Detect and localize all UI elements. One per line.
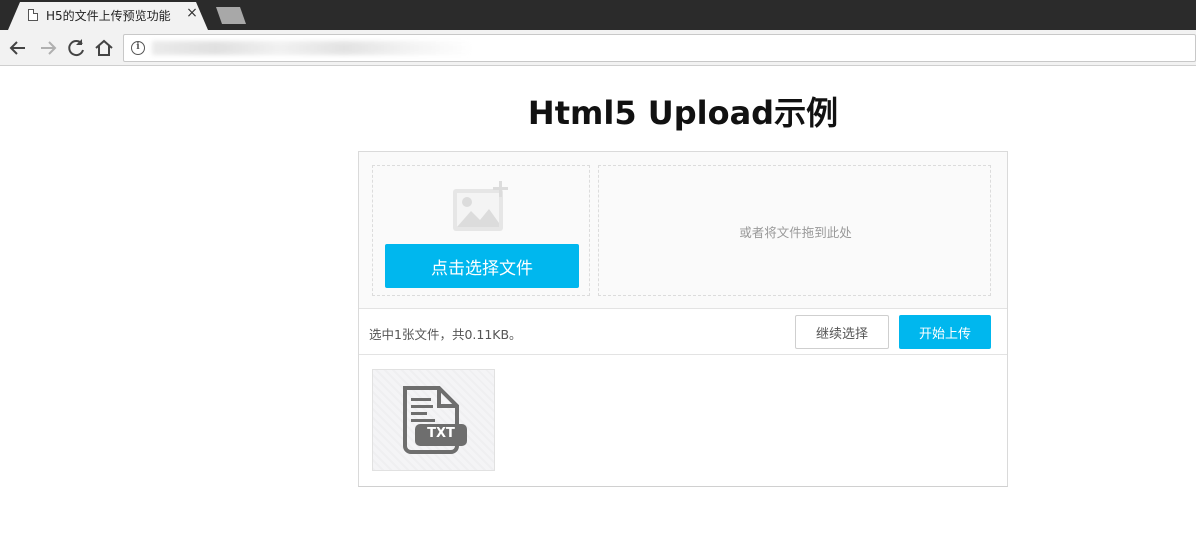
browser-tab-strip: H5的文件上传预览功能 × xyxy=(0,0,1196,30)
selection-status-text: 选中1张文件，共0.11KB。 xyxy=(369,327,522,342)
tab-title: H5的文件上传预览功能 xyxy=(46,9,171,23)
new-tab-button[interactable] xyxy=(216,7,246,24)
drop-hint-text: 或者将文件拖到此处 xyxy=(739,225,852,240)
back-arrow-icon[interactable] xyxy=(6,36,30,60)
file-type-label: TXT xyxy=(427,426,455,441)
address-bar[interactable]: i xyxy=(123,34,1196,62)
home-icon[interactable] xyxy=(92,36,116,60)
txt-file-icon xyxy=(403,386,467,454)
browser-toolbar: i xyxy=(0,30,1196,66)
forward-arrow-icon[interactable] xyxy=(36,36,60,60)
page-title-container: Html5 Upload示例 xyxy=(359,88,1007,134)
page-icon xyxy=(28,9,38,21)
url-text-blurred xyxy=(152,41,472,55)
upload-drop-area: 点击选择文件 或者将文件拖到此处 xyxy=(359,152,1007,309)
upload-status-bar: 选中1张文件，共0.11KB。 继续选择 开始上传 xyxy=(359,309,1007,355)
file-picker-box: 点击选择文件 xyxy=(372,165,590,296)
tab-close-icon[interactable]: × xyxy=(185,5,199,21)
reload-icon[interactable] xyxy=(64,36,88,60)
add-image-icon xyxy=(453,181,508,231)
page-title: Html5 Upload示例 xyxy=(527,94,839,132)
select-file-button[interactable]: 点击选择文件 xyxy=(385,244,579,288)
drag-drop-zone[interactable]: 或者将文件拖到此处 xyxy=(598,165,991,296)
file-thumbnail[interactable]: TXT xyxy=(372,369,495,471)
info-icon[interactable]: i xyxy=(131,41,145,55)
uploader-panel: 点击选择文件 或者将文件拖到此处 选中1张文件，共0.11KB。 继续选择 开始… xyxy=(358,151,1008,487)
continue-select-button[interactable]: 继续选择 xyxy=(795,315,889,349)
file-preview-list: TXT xyxy=(359,356,1007,486)
start-upload-button[interactable]: 开始上传 xyxy=(899,315,991,349)
